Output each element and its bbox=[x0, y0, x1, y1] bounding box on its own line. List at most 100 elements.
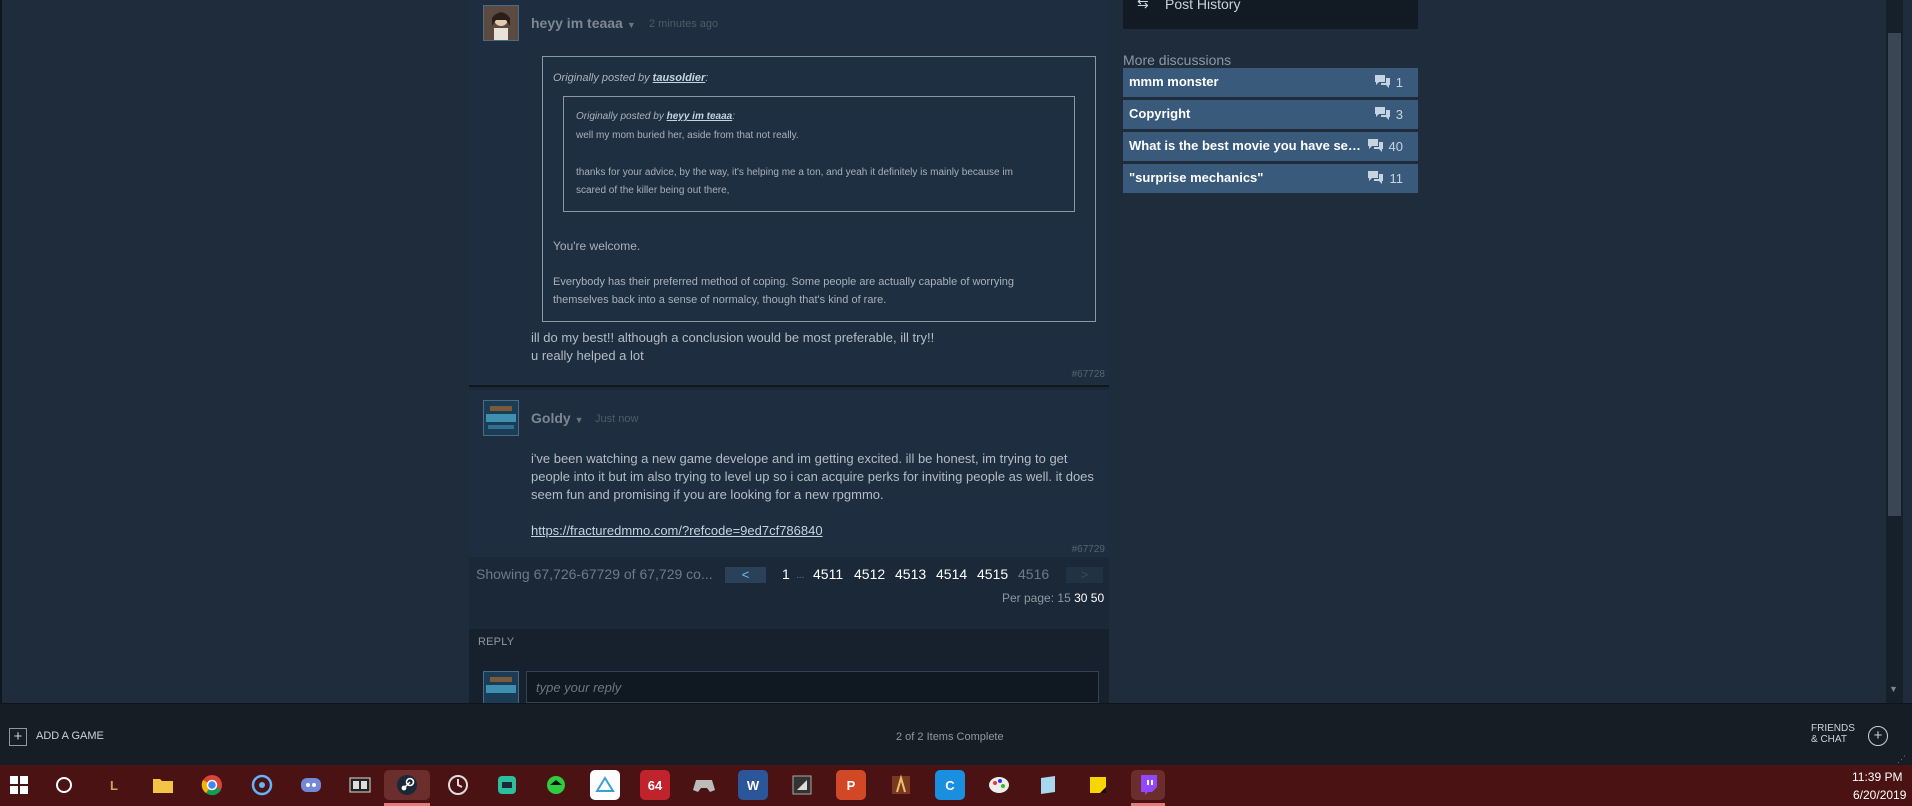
friends-chat-button[interactable]: FRIENDS & CHAT bbox=[1811, 723, 1855, 745]
post-body-line: seem fun and promising if you are lookin… bbox=[531, 487, 884, 502]
post-number-link[interactable]: #67729 bbox=[1072, 544, 1105, 555]
page-link[interactable]: 4515 bbox=[977, 566, 1008, 582]
discord-icon[interactable] bbox=[296, 770, 326, 800]
next-page-button[interactable]: > bbox=[1066, 567, 1103, 583]
post-history-label: Post History bbox=[1165, 0, 1241, 12]
file-explorer-icon[interactable] bbox=[148, 770, 178, 800]
game-controller-icon[interactable] bbox=[689, 770, 719, 800]
add-friend-icon[interactable]: + bbox=[1868, 726, 1888, 746]
discussion-item[interactable]: What is the best movie you have seen? 40 bbox=[1123, 132, 1418, 161]
external-link[interactable]: https://fracturedmmo.com/?refcode=9ed7cf… bbox=[531, 522, 823, 540]
cortana-search-icon[interactable] bbox=[49, 770, 79, 800]
current-page: 4516 bbox=[1018, 566, 1050, 582]
per-page-option-30[interactable]: 30 bbox=[1074, 591, 1087, 605]
discussion-item[interactable]: Copyright 3 bbox=[1123, 100, 1418, 129]
discussion-title: What is the best movie you have seen? bbox=[1129, 138, 1364, 153]
word-icon[interactable]: W bbox=[738, 770, 768, 800]
more-discussions-title: More discussions bbox=[1123, 52, 1232, 68]
reply-section: REPLY type your reply bbox=[469, 629, 1109, 703]
downloads-status[interactable]: 2 of 2 Items Complete bbox=[896, 731, 1004, 743]
avatar[interactable] bbox=[483, 400, 519, 436]
post-body-line: people into it but im also trying to lev… bbox=[531, 469, 1094, 484]
page-link[interactable]: 4512 bbox=[854, 566, 885, 582]
scroll-down-arrow-icon[interactable]: ▼ bbox=[1889, 684, 1898, 694]
game-character-icon[interactable] bbox=[886, 770, 916, 800]
discussion-item[interactable]: "surprise mechanics" 11 bbox=[1123, 164, 1418, 193]
avatar bbox=[483, 671, 519, 703]
avatar-image-icon bbox=[484, 6, 518, 40]
quote-text: themselves back into a sense of normalcy… bbox=[553, 294, 887, 306]
page-link[interactable]: 4513 bbox=[895, 566, 926, 582]
per-page-option-50[interactable]: 50 bbox=[1091, 591, 1104, 605]
notes-app-icon[interactable] bbox=[1033, 770, 1063, 800]
discussion-item[interactable]: mmm monster 1 bbox=[1123, 68, 1418, 97]
quote-prefix: Originally posted by bbox=[576, 111, 667, 122]
quote-block-outer: Originally posted by tausoldier: Origina… bbox=[542, 56, 1096, 322]
video-editor-icon[interactable] bbox=[345, 770, 375, 800]
quote-author-link[interactable]: heyy im teaaa bbox=[667, 111, 733, 122]
author-label: Goldy bbox=[531, 410, 571, 426]
avatar[interactable] bbox=[483, 5, 519, 41]
page-link-first[interactable]: 1 bbox=[782, 566, 790, 582]
quote-author-link[interactable]: tausoldier bbox=[653, 72, 706, 84]
sticky-notes-icon[interactable] bbox=[1083, 770, 1113, 800]
discussion-reply-count: 11 bbox=[1389, 171, 1404, 186]
chrome-icon[interactable] bbox=[197, 770, 227, 800]
friends-label: FRIENDS bbox=[1811, 723, 1855, 734]
steam-bottom-bar: + ADD A GAME 2 of 2 Items Complete FRIEN… bbox=[0, 703, 1912, 765]
quote-prefix: Originally posted by bbox=[553, 72, 653, 84]
windows-start-icon[interactable] bbox=[4, 770, 34, 800]
discussion-reply-count: 3 bbox=[1395, 107, 1403, 122]
prev-page-button[interactable]: < bbox=[725, 567, 766, 583]
twitch-icon[interactable] bbox=[1131, 770, 1165, 800]
taskbar-clock-date[interactable]: 6/20/2019 bbox=[1853, 788, 1906, 802]
plus-icon[interactable]: + bbox=[9, 728, 27, 746]
quote-text: Everybody has their preferred method of … bbox=[553, 276, 1015, 288]
windows-taskbar: L 64 W P C 11:39 PM 6/20/2019 bbox=[0, 765, 1912, 806]
discussion-reply-count: 1 bbox=[1395, 75, 1403, 90]
history-icon: ⇆ bbox=[1137, 0, 1149, 11]
steam-icon[interactable] bbox=[384, 770, 430, 800]
post-number-link[interactable]: #67728 bbox=[1072, 369, 1105, 380]
author-name[interactable]: heyy im teaaa ▼ bbox=[531, 15, 636, 31]
add-game-button[interactable]: ADD A GAME bbox=[36, 730, 104, 742]
ccleaner-icon[interactable]: C bbox=[935, 770, 965, 800]
page-link[interactable]: 4511 bbox=[813, 566, 843, 582]
quote-header: Originally posted by heyy im teaaa: bbox=[576, 111, 735, 122]
clock-app-icon[interactable] bbox=[443, 770, 473, 800]
left-gutter bbox=[0, 0, 2, 703]
comment-post: heyy im teaaa ▼ 2 minutes ago Originally … bbox=[469, 0, 1109, 387]
chevron-down-icon[interactable]: ▼ bbox=[575, 415, 584, 425]
author-name[interactable]: Goldy ▼ bbox=[531, 410, 584, 426]
discussion-title: "surprise mechanics" bbox=[1129, 170, 1264, 185]
post-timestamp: Just now bbox=[595, 413, 639, 425]
taskbar-clock-time[interactable]: 11:39 PM bbox=[1852, 770, 1902, 784]
chat-label: & CHAT bbox=[1811, 734, 1847, 745]
post-history-button[interactable]: ⇆ Post History bbox=[1123, 0, 1418, 29]
resize-grip-icon[interactable]: ⋰ bbox=[1897, 754, 1906, 765]
drive-icon[interactable] bbox=[590, 770, 620, 800]
scrollbar-thumb[interactable] bbox=[1888, 33, 1901, 516]
game-app-icon[interactable] bbox=[492, 770, 522, 800]
comment-post: Goldy ▼ Just now i've been watching a new… bbox=[469, 390, 1109, 557]
steam-discussion-page: heyy im teaaa ▼ 2 minutes ago Originally … bbox=[0, 0, 1912, 703]
discussion-reply-count: 40 bbox=[1388, 139, 1403, 154]
per-page-option-15: 15 bbox=[1057, 591, 1071, 605]
league-of-legends-icon[interactable]: L bbox=[99, 770, 129, 800]
vertical-scrollbar[interactable] bbox=[1886, 0, 1903, 703]
powerpoint-icon[interactable]: P bbox=[836, 770, 866, 800]
green-app-icon[interactable] bbox=[541, 770, 571, 800]
chevron-down-icon[interactable]: ▼ bbox=[627, 20, 636, 30]
n64-emulator-icon[interactable]: 64 bbox=[640, 770, 670, 800]
paint-app-icon[interactable] bbox=[984, 770, 1014, 800]
gamemaker-icon[interactable] bbox=[787, 770, 817, 800]
post-body-line: i've been watching a new game develope a… bbox=[531, 451, 1068, 466]
quote-colon: : bbox=[732, 111, 735, 122]
page-link[interactable]: 4514 bbox=[936, 566, 967, 582]
reply-input[interactable]: type your reply bbox=[526, 671, 1099, 703]
quote-colon: : bbox=[705, 72, 709, 84]
post-body-line: u really helped a lot bbox=[531, 348, 644, 363]
discussion-title: mmm monster bbox=[1129, 74, 1219, 89]
avatar-image-icon bbox=[484, 672, 518, 703]
battlenet-icon[interactable] bbox=[247, 770, 277, 800]
